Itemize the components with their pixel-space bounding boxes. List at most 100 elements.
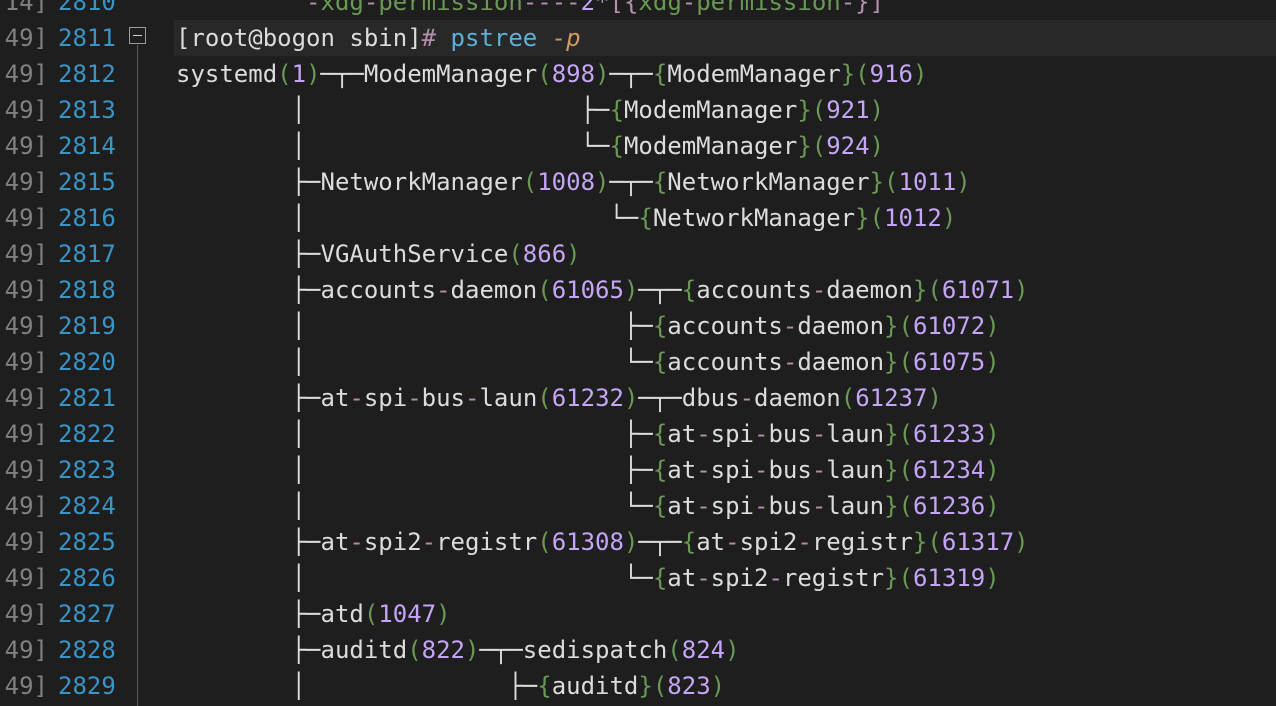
code-token: daemon xyxy=(797,312,885,340)
code-token: }( xyxy=(638,672,668,700)
gutter-prefix: 49] xyxy=(4,528,48,556)
code-line[interactable]: │ ├─{at-spi-bus-laun}(61233) xyxy=(176,416,1000,452)
code-token: }( xyxy=(797,96,827,124)
code-editor[interactable]: 14] 2810 -xdg-permission----2*[{xdg-permi… xyxy=(0,0,1276,706)
code-token: accounts xyxy=(696,276,812,304)
code-token: NetworkManager xyxy=(652,204,856,232)
code-token: spi xyxy=(710,456,754,484)
code-line[interactable]: │ ├─{accounts-daemon}(61072) xyxy=(176,308,1000,344)
code-token: ├─at xyxy=(176,528,350,556)
gutter-prefix: 49] xyxy=(4,636,48,664)
code-token: NetworkManager xyxy=(667,168,870,196)
code-token: ---- xyxy=(522,0,581,16)
line-number: 2825 xyxy=(58,528,116,556)
code-line[interactable]: │ ├─{auditd}(823) xyxy=(176,668,726,704)
code-token: laun xyxy=(826,492,885,520)
line-number: 2823 xyxy=(58,456,116,484)
gutter-prefix: 49] xyxy=(4,420,48,448)
code-line[interactable]: ├─at-spi-bus-laun(61232)─┬─dbus-daemon(6… xyxy=(176,380,942,416)
line-number: 2826 xyxy=(58,564,116,592)
code-token: ├─at xyxy=(176,384,350,412)
code-line[interactable]: ├─accounts-daemon(61065)─┬─{accounts-dae… xyxy=(176,272,1029,308)
code-token: ) xyxy=(1014,528,1029,556)
code-token: - xyxy=(811,420,827,448)
code-token: - xyxy=(306,0,321,16)
code-token: ) xyxy=(725,636,740,664)
code-token: { xyxy=(681,528,697,556)
code-line[interactable]: │ └─{at-spi2-registr}(61319) xyxy=(176,560,1000,596)
code-token: - xyxy=(768,564,783,592)
code-token: ) xyxy=(985,492,1000,520)
gutter-prefix: 49] xyxy=(4,348,48,376)
code-line[interactable]: │ └─{accounts-daemon}(61075) xyxy=(176,344,1000,380)
code-token: { xyxy=(609,96,624,124)
code-token: ─┬─ xyxy=(638,528,682,556)
code-token: ) xyxy=(1014,276,1029,304)
code-token: ) xyxy=(436,600,451,628)
code-token: ) xyxy=(623,276,639,304)
code-token: ─┬─dbus xyxy=(638,384,740,412)
gutter-prefix: 49] xyxy=(4,168,48,196)
code-token: { xyxy=(652,456,668,484)
code-token: ( xyxy=(508,240,523,268)
code-token: }( xyxy=(884,456,913,484)
gutter-prefix: 49] xyxy=(4,60,48,88)
code-token: at xyxy=(696,528,726,556)
code-token: }( xyxy=(884,312,913,340)
code-token: │ ├─ xyxy=(176,312,653,340)
line-number: 2815 xyxy=(58,168,116,196)
code-token: at xyxy=(667,492,697,520)
code-token: ) xyxy=(985,420,1000,448)
code-token: [root@bogon sbin] xyxy=(176,24,422,52)
code-token: ModemManager xyxy=(623,96,798,124)
fold-guide-line xyxy=(137,45,138,706)
gutter-prefix: 49] xyxy=(4,564,48,592)
code-line[interactable]: ├─VGAuthService(866) xyxy=(176,236,581,272)
code-line[interactable]: systemd(1)─┬─ModemManager(898)─┬─{ModemM… xyxy=(176,56,927,92)
code-token: { xyxy=(652,312,668,340)
code-token: ( xyxy=(537,384,552,412)
code-line[interactable]: │ └─{ModemManager}(924) xyxy=(176,128,884,164)
code-token: ─┬─sedispatch xyxy=(479,636,668,664)
code-token: accounts xyxy=(667,348,783,376)
code-token: ) xyxy=(465,636,480,664)
code-token: }( xyxy=(797,132,827,160)
code-line[interactable]: │ └─{at-spi-bus-laun}(61236) xyxy=(176,488,1000,524)
code-token: 916 xyxy=(869,60,913,88)
code-line[interactable]: [root@bogon sbin]# pstree -p xyxy=(176,20,581,56)
code-token: at xyxy=(667,564,697,592)
code-token: systemd xyxy=(176,60,278,88)
line-number: 2813 xyxy=(58,96,116,124)
line-number: 2822 xyxy=(58,420,116,448)
code-token: 61319 xyxy=(912,564,986,592)
code-token: 61072 xyxy=(912,312,986,340)
code-line[interactable]: ├─auditd(822)─┬─sedispatch(824) xyxy=(176,632,740,668)
code-token: spi xyxy=(363,384,408,412)
code-line[interactable]: -xdg-permission----2*[{xdg-permission-}] xyxy=(176,0,884,20)
gutter-prefix: 49] xyxy=(4,204,48,232)
code-token: ( xyxy=(522,168,538,196)
code-token: 61234 xyxy=(912,456,986,484)
code-token: # xyxy=(421,24,451,52)
code-token: registr xyxy=(436,528,538,556)
code-token: { xyxy=(652,348,668,376)
code-token: - xyxy=(696,456,711,484)
code-line[interactable]: │ ├─{at-spi-bus-laun}(61234) xyxy=(176,452,1000,488)
code-token: ) xyxy=(913,60,928,88)
code-line[interactable]: ├─atd(1047) xyxy=(176,596,451,632)
code-token: ( xyxy=(537,60,552,88)
code-line[interactable]: │ ├─{ModemManager}(921) xyxy=(176,92,884,128)
code-token: accounts xyxy=(667,312,783,340)
code-token: ( xyxy=(363,600,379,628)
code-line[interactable]: │ └─{NetworkManager}(1012) xyxy=(176,200,957,236)
code-token: │ ├─ xyxy=(176,456,653,484)
code-token: laun xyxy=(479,384,538,412)
code-token: ├─NetworkManager xyxy=(176,168,523,196)
code-line[interactable]: ├─at-spi2-registr(61308)─┬─{at-spi2-regi… xyxy=(176,524,1029,560)
code-line[interactable]: ├─NetworkManager(1008)─┬─{NetworkManager… xyxy=(176,164,971,200)
code-token: │ └─ xyxy=(176,132,610,160)
code-token: ├─accounts xyxy=(176,276,437,304)
fold-collapse-icon[interactable] xyxy=(129,27,146,44)
code-token: - xyxy=(421,528,437,556)
